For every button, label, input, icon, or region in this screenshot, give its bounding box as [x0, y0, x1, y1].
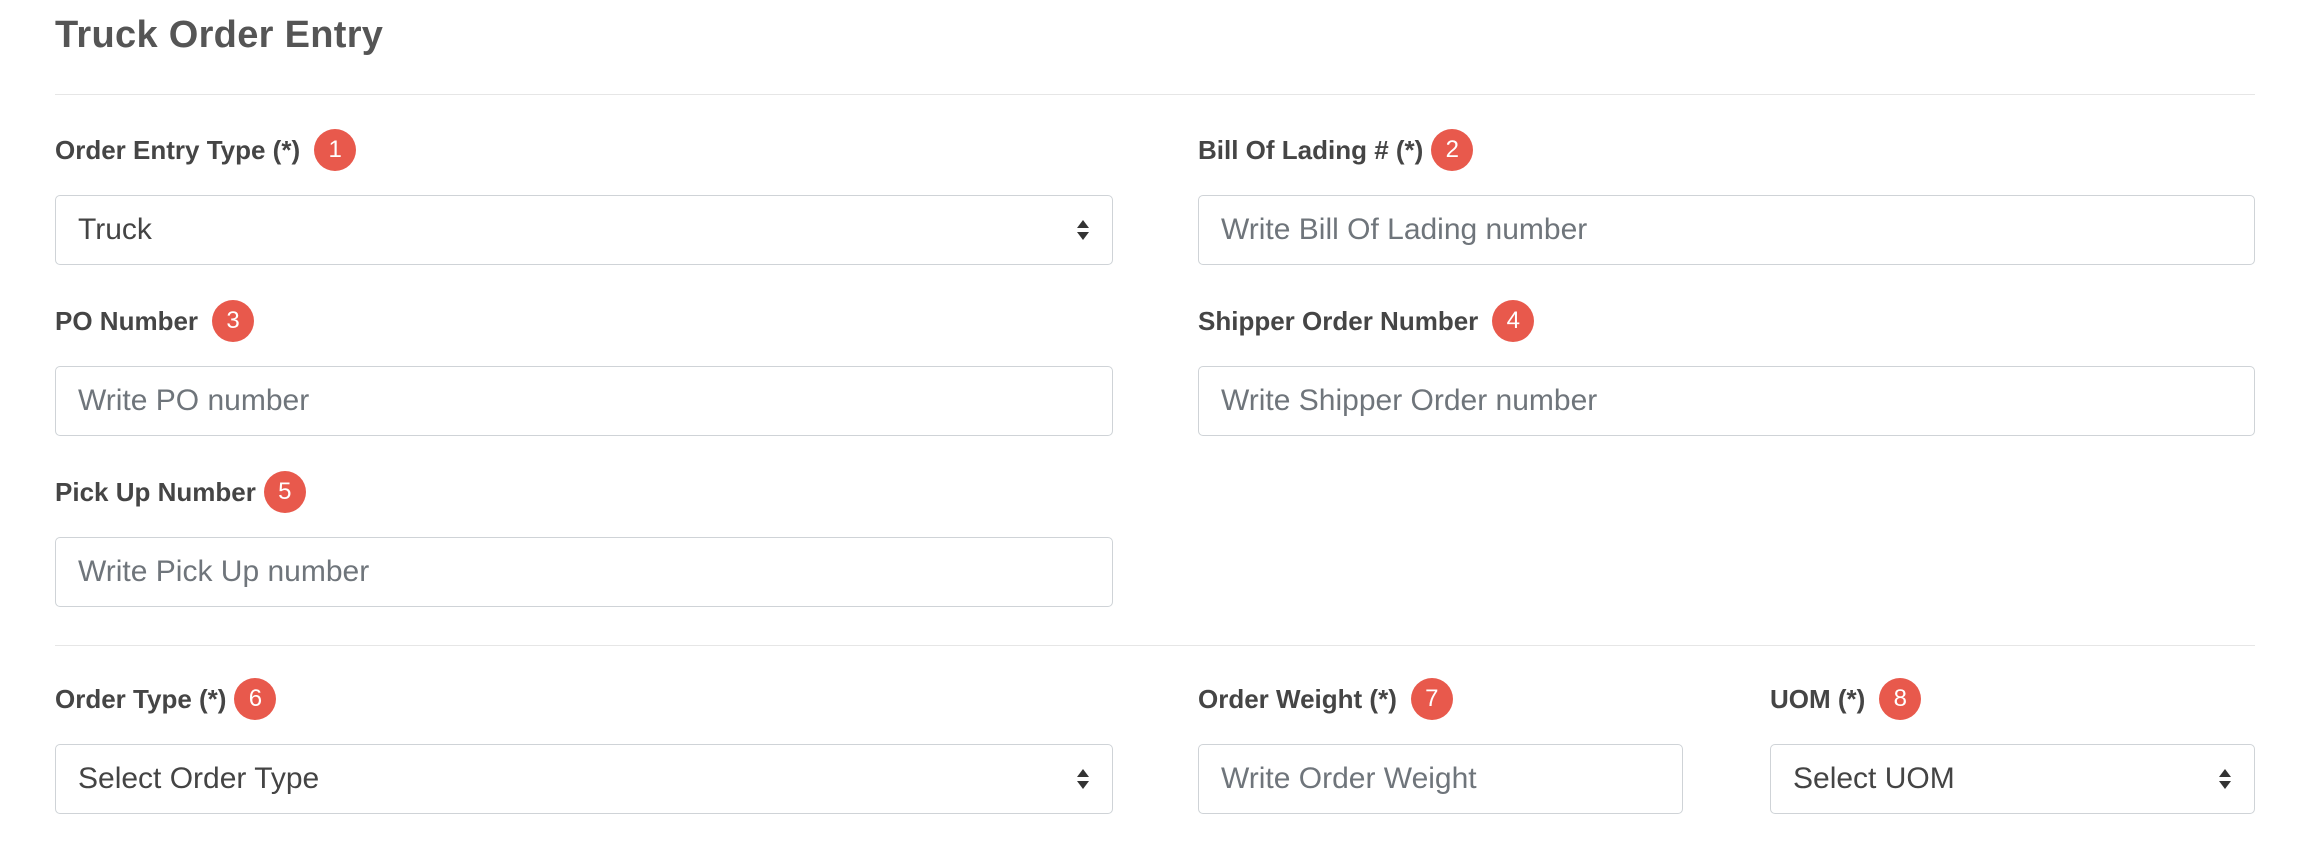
po-number-label: PO Number — [55, 305, 199, 336]
shipper-order-number-input[interactable]: Write Shipper Order number — [1198, 366, 2255, 436]
po-number-placeholder: Write PO number — [78, 384, 310, 417]
uom-value: Select UOM — [1793, 762, 1955, 795]
shipper-order-number-field: Shipper Order Number 4 Write Shipper Ord… — [1198, 298, 2255, 436]
order-type-select[interactable]: Select Order Type — [55, 744, 1113, 814]
order-entry-type-select[interactable]: Truck — [55, 195, 1113, 265]
shipper-order-number-label: Shipper Order Number — [1198, 305, 1479, 336]
uom-label: UOM (*) — [1770, 683, 1866, 714]
bill-of-lading-input[interactable]: Write Bill Of Lading number — [1198, 195, 2255, 265]
step-badge-7: 7 — [1410, 678, 1453, 720]
header-divider — [55, 94, 2255, 95]
order-entry-type-field: Order Entry Type (*) 1 Truck — [55, 127, 1113, 265]
bill-of-lading-label: Bill Of Lading # (*) — [1198, 134, 1424, 165]
order-entry-type-label: Order Entry Type (*) — [55, 134, 301, 165]
sort-arrows-icon — [1077, 220, 1089, 240]
order-weight-label: Order Weight (*) — [1198, 683, 1397, 714]
step-badge-1: 1 — [314, 129, 357, 171]
po-number-input[interactable]: Write PO number — [55, 366, 1113, 436]
pick-up-number-label: Pick Up Number — [55, 476, 256, 507]
shipper-order-number-placeholder: Write Shipper Order number — [1221, 384, 1598, 417]
sort-arrows-icon — [1077, 769, 1089, 789]
step-badge-2: 2 — [1431, 129, 1474, 171]
uom-select[interactable]: Select UOM — [1770, 744, 2255, 814]
bill-of-lading-placeholder: Write Bill Of Lading number — [1221, 213, 1588, 246]
step-badge-3: 3 — [212, 300, 255, 342]
pick-up-number-placeholder: Write Pick Up number — [78, 555, 370, 588]
order-weight-input[interactable]: Write Order Weight — [1198, 744, 1683, 814]
order-weight-field: Order Weight (*) 7 Write Order Weight — [1198, 676, 1683, 814]
po-number-field: PO Number 3 Write PO number — [55, 298, 1113, 436]
step-badge-8: 8 — [1879, 678, 1922, 720]
order-type-value: Select Order Type — [78, 762, 320, 795]
order-weight-placeholder: Write Order Weight — [1221, 762, 1477, 795]
step-badge-4: 4 — [1492, 300, 1535, 342]
section-divider — [55, 645, 2255, 646]
sort-arrows-icon — [2219, 769, 2231, 789]
order-entry-type-value: Truck — [78, 213, 152, 246]
order-type-label: Order Type (*) — [55, 683, 227, 714]
order-type-field: Order Type (*) 6 Select Order Type — [55, 676, 1113, 814]
uom-field: UOM (*) 8 Select UOM — [1770, 676, 2255, 814]
step-badge-5: 5 — [263, 471, 306, 513]
bill-of-lading-field: Bill Of Lading # (*) 2 Write Bill Of Lad… — [1198, 127, 2255, 265]
step-badge-6: 6 — [234, 678, 277, 720]
page-title: Truck Order Entry — [55, 14, 384, 56]
pick-up-number-field: Pick Up Number 5 Write Pick Up number — [55, 469, 1113, 607]
pick-up-number-input[interactable]: Write Pick Up number — [55, 537, 1113, 607]
